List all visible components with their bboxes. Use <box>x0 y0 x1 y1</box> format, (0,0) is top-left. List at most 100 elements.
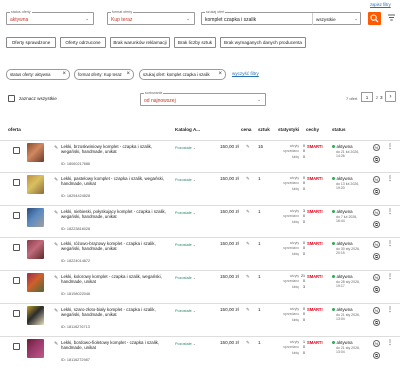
col-price[interactable]: cena <box>241 127 251 132</box>
offer-category[interactable]: Pozostałe⌄ <box>175 145 196 150</box>
copy-icon[interactable]: ⧉ <box>373 188 380 195</box>
offer-row[interactable]: ✎ Lekki, brzoskwiniowy komplet - czapka i… <box>0 140 400 173</box>
quick-filter-no-producer[interactable]: Brak wymaganych danych producenta <box>220 37 306 48</box>
offer-title[interactable]: Lekki, szaro-złoto-biały komplet - czapk… <box>61 307 166 318</box>
offer-title[interactable]: Lekki, różowo-brązowy komplet - czapka i… <box>61 241 166 252</box>
offer-thumbnail[interactable] <box>27 240 44 259</box>
close-icon[interactable]: × <box>62 70 66 80</box>
offer-thumbnail[interactable] <box>27 339 44 358</box>
offer-title[interactable]: Lekki, niebieski, połyskujący komplet - … <box>61 209 166 220</box>
promote-icon[interactable]: % <box>373 274 380 281</box>
kebab-icon[interactable]: ⋮ <box>387 175 393 182</box>
pencil-icon[interactable]: ✎ <box>54 177 58 183</box>
offer-title[interactable]: Lekki, pastelowy komplet - czapka i szal… <box>61 176 166 187</box>
pencil-icon[interactable]: ✎ <box>246 176 250 182</box>
close-icon[interactable]: × <box>218 70 222 80</box>
pencil-icon[interactable]: ✎ <box>54 145 58 151</box>
kebab-icon[interactable]: ⋮ <box>387 240 393 247</box>
save-filters-link[interactable]: zapisz filtry <box>370 2 391 7</box>
row-checkbox[interactable] <box>13 343 20 350</box>
filter-chip-status[interactable]: status oferty: aktywna × <box>6 69 70 80</box>
row-checkbox[interactable] <box>13 244 20 251</box>
copy-icon[interactable]: ⧉ <box>373 352 380 359</box>
pencil-icon[interactable]: ✎ <box>54 341 58 347</box>
kebab-icon[interactable]: ⋮ <box>387 306 393 313</box>
quick-filter-rejected[interactable]: Oferty odrzucone <box>60 37 106 48</box>
promote-icon[interactable]: % <box>373 340 380 347</box>
page-input[interactable]: 1 <box>361 92 373 102</box>
status-filter-select[interactable]: status oferty aktywna ⌄ <box>6 10 94 25</box>
offer-title[interactable]: Lekki, bordowo-fioletowy komplet - czapk… <box>61 340 166 351</box>
select-all-checkbox[interactable] <box>8 95 15 102</box>
offer-category[interactable]: Pozostałe⌄ <box>175 210 196 215</box>
promote-icon[interactable]: % <box>373 209 380 216</box>
pencil-icon[interactable]: ✎ <box>246 209 250 215</box>
offer-row[interactable]: ✎ Lekki, pastelowy komplet - czapka i sza… <box>0 172 400 205</box>
row-checkbox[interactable] <box>13 147 20 154</box>
search-input[interactable]: szukaj ofert komplet czapka i szalik wsz… <box>201 10 362 25</box>
promote-icon[interactable]: % <box>373 307 380 314</box>
filter-chip-format[interactable]: format oferty: Kup teraz × <box>74 69 134 80</box>
copy-icon[interactable]: ⧉ <box>373 286 380 293</box>
col-qty[interactable]: sztuk <box>258 127 270 132</box>
quick-filter-no-complaint[interactable]: Brak warunków reklamacji <box>110 37 170 48</box>
copy-icon[interactable]: ⧉ <box>373 221 380 228</box>
promote-icon[interactable]: % <box>373 176 380 183</box>
sort-select[interactable]: sortowanie od najnowszej ⌄ <box>140 91 266 106</box>
offer-thumbnail[interactable] <box>27 306 44 325</box>
offer-title[interactable]: Lekki, brzoskwiniowy komplet - czapka i … <box>61 144 166 155</box>
kebab-icon[interactable]: ⋮ <box>387 208 393 215</box>
offer-thumbnail[interactable] <box>27 175 44 194</box>
search-button[interactable] <box>368 12 381 25</box>
filter-chip-search[interactable]: szukaj ofert: komplet czapka i szalik × <box>139 69 226 80</box>
promote-icon[interactable]: % <box>373 241 380 248</box>
col-status[interactable]: status <box>332 127 346 132</box>
offer-category[interactable]: Pozostałe⌄ <box>175 177 196 182</box>
next-page-button[interactable]: › <box>385 91 396 102</box>
quick-filter-no-qty[interactable]: Brak liczby sztuk <box>174 37 216 48</box>
pencil-icon[interactable]: ✎ <box>54 308 58 314</box>
offer-row[interactable]: ✎ Lekki, kolorowy komplet - czapka i szal… <box>0 270 400 303</box>
offer-title[interactable]: Lekki, kolorowy komplet - czapka i szali… <box>61 274 166 285</box>
offer-category[interactable]: Pozostałe⌄ <box>175 308 196 313</box>
offer-row[interactable]: ✎ Lekki, szaro-złoto-biały komplet - czap… <box>0 303 400 336</box>
smart-badge: SMART! <box>307 144 323 149</box>
row-checkbox[interactable] <box>13 310 20 317</box>
offer-thumbnail[interactable] <box>27 208 44 227</box>
pencil-icon[interactable]: ✎ <box>246 340 250 346</box>
col-category[interactable]: Katalog A... <box>175 127 200 132</box>
kebab-icon[interactable]: ⋮ <box>387 273 393 280</box>
offer-category[interactable]: Pozostałe⌄ <box>175 242 196 247</box>
pencil-icon[interactable]: ✎ <box>54 275 58 281</box>
pencil-icon[interactable]: ✎ <box>246 307 250 313</box>
col-stats[interactable]: statystyki <box>278 127 299 132</box>
close-icon[interactable]: × <box>126 70 130 80</box>
copy-icon[interactable]: ⧉ <box>373 253 380 260</box>
pencil-icon[interactable]: ✎ <box>246 274 250 280</box>
row-checkbox[interactable] <box>13 277 20 284</box>
pencil-icon[interactable]: ✎ <box>246 144 250 150</box>
scope-select[interactable]: wszystkie ⌄ <box>312 13 362 25</box>
pencil-icon[interactable]: ✎ <box>246 241 250 247</box>
row-checkbox[interactable] <box>13 212 20 219</box>
clear-filters-link[interactable]: wyczyść filtry <box>232 71 259 76</box>
offer-category[interactable]: Pozostałe⌄ <box>175 341 196 346</box>
row-checkbox[interactable] <box>13 179 20 186</box>
offer-row[interactable]: ✎ Lekki, niebieski, połyskujący komplet -… <box>0 205 400 238</box>
offer-row[interactable]: ✎ Lekki, różowo-brązowy komplet - czapka … <box>0 237 400 270</box>
offer-qty: 1 <box>258 340 261 345</box>
offer-category[interactable]: Pozostałe⌄ <box>175 275 196 280</box>
promote-icon[interactable]: % <box>373 144 380 151</box>
filter-icon[interactable] <box>387 13 396 22</box>
pencil-icon[interactable]: ✎ <box>54 210 58 216</box>
offer-thumbnail[interactable] <box>27 143 44 162</box>
offer-thumbnail[interactable] <box>27 273 44 292</box>
copy-icon[interactable]: ⧉ <box>373 319 380 326</box>
pencil-icon[interactable]: ✎ <box>54 242 58 248</box>
kebab-icon[interactable]: ⋮ <box>387 143 393 150</box>
copy-icon[interactable]: ⧉ <box>373 156 380 163</box>
format-filter-select[interactable]: format oferty Kup teraz ⌄ <box>107 10 195 25</box>
kebab-icon[interactable]: ⋮ <box>387 339 393 346</box>
quick-filter-verified[interactable]: Oferty sprawdzone <box>6 37 56 48</box>
offer-row[interactable]: ✎ Lekki, bordowo-fioletowy komplet - czap… <box>0 336 400 369</box>
